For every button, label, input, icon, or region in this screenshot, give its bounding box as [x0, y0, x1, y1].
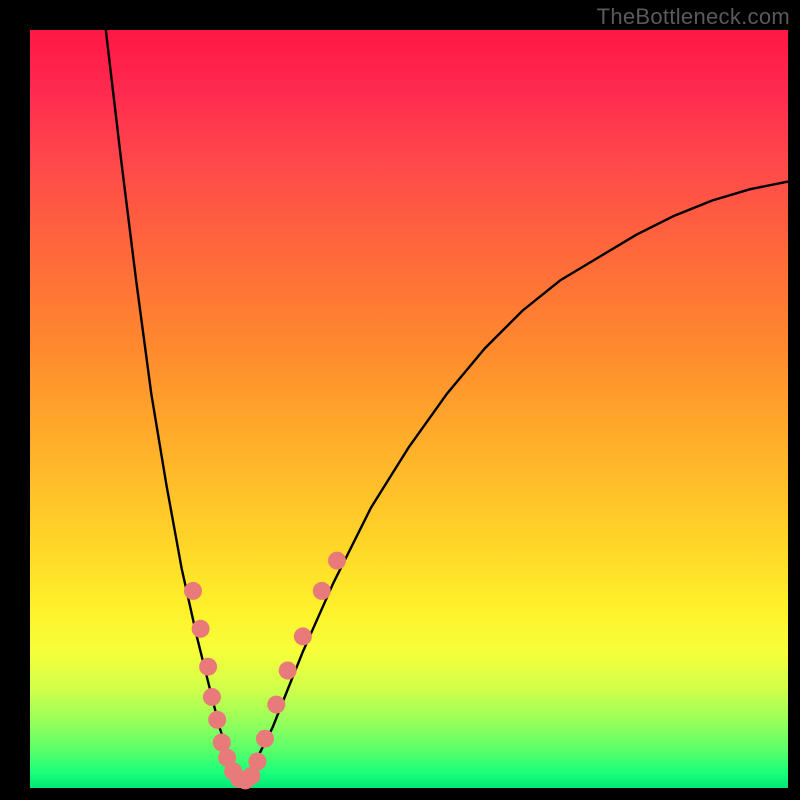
data-marker: [248, 753, 266, 771]
data-marker: [256, 730, 274, 748]
data-marker: [313, 582, 331, 600]
marker-group: [184, 552, 346, 790]
data-marker: [328, 552, 346, 570]
data-marker: [279, 662, 297, 680]
chart-stage: TheBottleneck.com: [0, 0, 800, 800]
plot-area: [30, 30, 788, 788]
watermark-text: TheBottleneck.com: [597, 4, 790, 30]
chart-svg: [30, 30, 788, 788]
data-marker: [294, 627, 312, 645]
data-marker: [199, 658, 217, 676]
data-marker: [184, 582, 202, 600]
data-marker: [267, 696, 285, 714]
data-marker: [192, 620, 210, 638]
data-marker: [203, 688, 221, 706]
data-marker: [208, 711, 226, 729]
